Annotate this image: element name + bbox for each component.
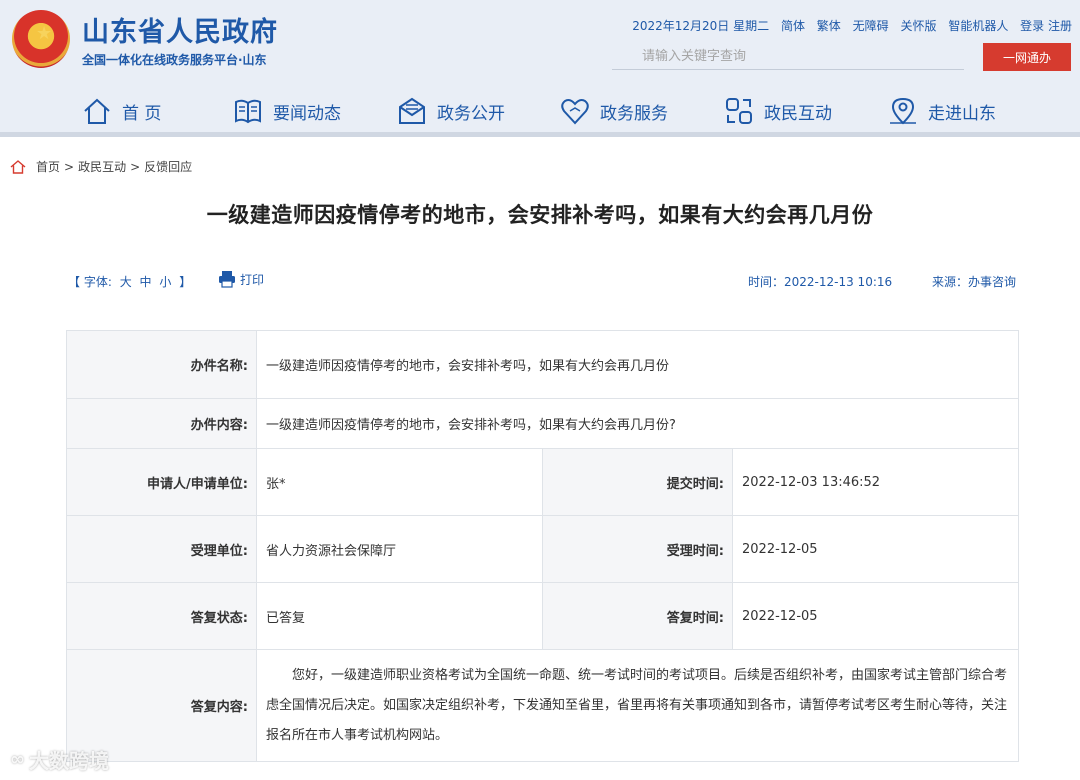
breadcrumb-home-icon	[10, 159, 26, 174]
case-name-label: 办件名称:	[66, 330, 257, 399]
link-care-version[interactable]: 关怀版	[900, 19, 936, 33]
table-row: 受理单位: 省人力资源社会保障厅 受理时间: 2022-12-05	[66, 515, 1019, 583]
watermark-logo-icon: ∞	[10, 749, 25, 770]
header-divider	[0, 132, 1080, 137]
breadcrumb-home[interactable]: 首页	[36, 158, 60, 175]
printer-icon	[219, 271, 235, 288]
applicant-label: 申请人/申请单位:	[66, 448, 257, 516]
accept-unit-label: 受理单位:	[66, 515, 257, 583]
applicant-value: 张*	[256, 448, 543, 516]
case-content-value: 一级建造师因疫情停考的地市，会安排补考吗，如果有大约会再几月份?	[256, 398, 1019, 449]
heart-icon	[561, 99, 589, 125]
breadcrumb-feedback[interactable]: 反馈回应	[144, 158, 192, 175]
reply-status-label: 答复状态:	[66, 582, 257, 650]
nav-news[interactable]: 要闻动态	[233, 90, 341, 132]
publish-time: 时间：2022-12-13 10:16	[748, 275, 893, 289]
table-row: 办件内容: 一级建造师因疫情停考的地市，会安排补考吗，如果有大约会再几月份?	[66, 398, 1019, 449]
breadcrumb: 首页 > 政民互动 > 反馈回应	[10, 158, 192, 175]
nav-label: 政民互动	[764, 103, 832, 124]
accept-time-label: 受理时间:	[542, 515, 733, 583]
reply-status-value: 已答复	[256, 582, 543, 650]
breadcrumb-separator: >	[64, 159, 75, 174]
nav-about-shandong[interactable]: 走进山东	[888, 90, 996, 132]
nav-government-services[interactable]: 政务服务	[560, 90, 668, 132]
site-title[interactable]: 山东省人民政府	[82, 10, 278, 49]
font-size-label: 【 字体:	[68, 275, 112, 289]
link-smart-robot[interactable]: 智能机器人	[948, 19, 1008, 33]
breadcrumb-interaction[interactable]: 政民互动	[78, 158, 126, 175]
search-input[interactable]	[612, 44, 964, 70]
interaction-icon	[726, 98, 752, 124]
accept-time-value: 2022-12-05	[732, 515, 1019, 583]
link-login-register[interactable]: 登录 注册	[1020, 19, 1072, 33]
publish-source: 来源：办事咨询	[932, 275, 1017, 289]
nav-label: 政务服务	[600, 103, 668, 124]
case-content-label: 办件内容:	[66, 398, 257, 449]
site-subtitle: 全国一体化在线政务服务平台·山东	[82, 53, 267, 67]
accept-unit-value: 省人力资源社会保障厅	[256, 515, 543, 583]
book-icon	[235, 99, 261, 124]
nav-label: 走进山东	[928, 103, 996, 124]
table-row: 答复内容: 您好，一级建造师职业资格考试为全国统一命题、统一考试时间的考试项目。…	[66, 649, 1019, 762]
nav-label: 首 页	[122, 103, 162, 124]
location-icon	[890, 97, 916, 125]
breadcrumb-separator: >	[130, 159, 141, 174]
font-size-switcher: 【 字体: 大 中 小 】	[68, 273, 195, 290]
top-links: 2022年12月20日 星期二 简体 繁体 无障碍 关怀版 智能机器人 登录 注…	[632, 17, 1072, 34]
current-date: 2022年12月20日 星期二	[632, 19, 770, 33]
nav-label: 政务公开	[437, 103, 505, 124]
watermark: ∞ 大数跨境	[10, 745, 109, 774]
mail-icon	[399, 97, 425, 124]
font-large-button[interactable]: 大	[120, 275, 132, 289]
table-row: 答复状态: 已答复 答复时间: 2022-12-05	[66, 582, 1019, 650]
main-nav: 首 页 要闻动态 政务公开 政务服务 政民互动 走进山东	[0, 90, 1080, 132]
font-small-button[interactable]: 小	[159, 275, 171, 289]
reply-content-value: 您好，一级建造师职业资格考试为全国统一命题、统一考试时间的考试项目。后续是否组织…	[256, 649, 1019, 762]
one-stop-service-button[interactable]: 一网通办	[983, 43, 1071, 71]
home-icon	[84, 98, 110, 124]
font-medium-button[interactable]: 中	[140, 275, 152, 289]
print-button[interactable]: 打印	[218, 270, 264, 288]
watermark-text: 大数跨境	[29, 749, 109, 773]
submit-time-value: 2022-12-03 13:46:52	[732, 448, 1019, 516]
case-name-value: 一级建造师因疫情停考的地市，会安排补考吗，如果有大约会再几月份	[256, 330, 1019, 399]
print-label: 打印	[240, 272, 265, 287]
table-row: 办件名称: 一级建造师因疫情停考的地市，会安排补考吗，如果有大约会再几月份	[66, 330, 1019, 399]
link-simplified[interactable]: 简体	[781, 19, 805, 33]
nav-interaction[interactable]: 政民互动	[724, 90, 832, 132]
submit-time-label: 提交时间:	[542, 448, 733, 516]
nav-government-affairs[interactable]: 政务公开	[397, 90, 505, 132]
font-size-close: 】	[179, 275, 192, 289]
nav-home[interactable]: 首 页	[82, 90, 161, 132]
case-detail-table: 办件名称: 一级建造师因疫情停考的地市，会安排补考吗，如果有大约会再几月份 办件…	[66, 330, 1019, 762]
link-accessibility[interactable]: 无障碍	[853, 19, 889, 33]
page-title: 一级建造师因疫情停考的地市，会安排补考吗，如果有大约会再几月份	[206, 203, 874, 227]
site-header: ★ 山东省人民政府 全国一体化在线政务服务平台·山东 2022年12月20日 星…	[0, 0, 1080, 136]
link-traditional[interactable]: 繁体	[817, 19, 841, 33]
national-emblem-icon: ★	[12, 10, 70, 68]
reply-time-label: 答复时间:	[542, 582, 733, 650]
nav-label: 要闻动态	[273, 103, 341, 124]
reply-time-value: 2022-12-05	[732, 582, 1019, 650]
table-row: 申请人/申请单位: 张* 提交时间: 2022-12-03 13:46:52	[66, 448, 1019, 516]
